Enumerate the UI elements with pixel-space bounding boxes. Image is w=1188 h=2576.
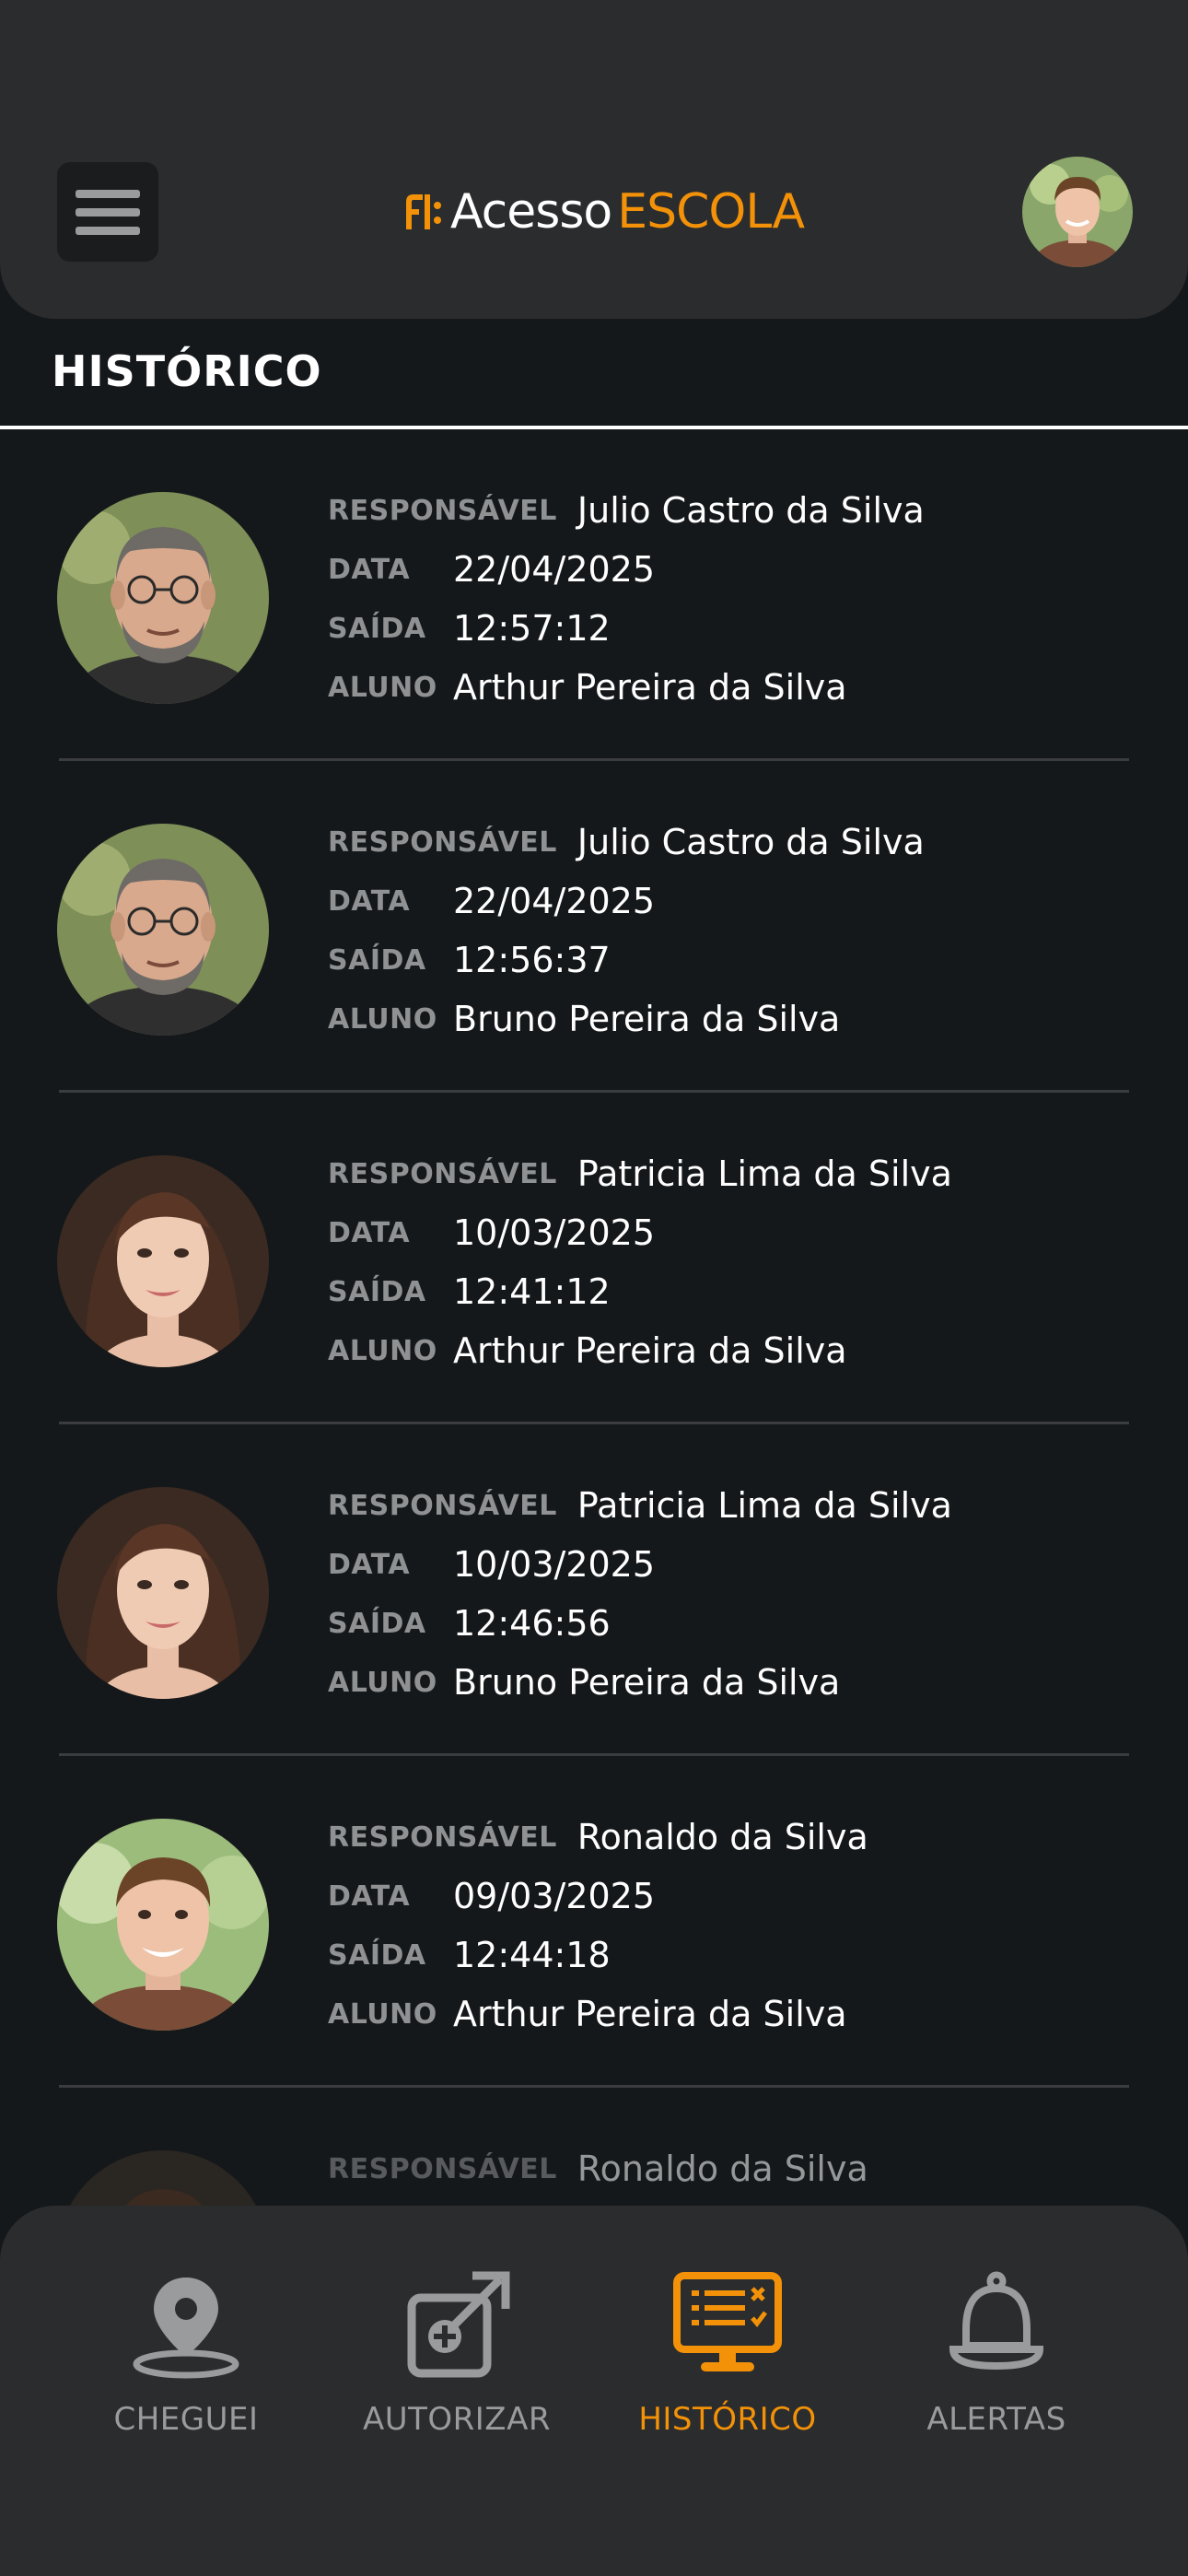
hamburger-icon-line xyxy=(76,227,140,235)
bell-icon xyxy=(949,2271,1044,2371)
history-details: RESPONSÁVEL Julio Castro da Silva DATA 22/… xyxy=(328,481,925,717)
brand-name-primary: Acesso xyxy=(450,184,612,240)
nav-label: AUTORIZAR xyxy=(362,2401,551,2438)
label-saida: SAÍDA xyxy=(328,612,426,645)
value-aluno: Bruno Pereira da Silva xyxy=(453,1662,841,1703)
label-responsavel: RESPONSÁVEL xyxy=(328,494,557,527)
value-saida: 12:56:37 xyxy=(453,940,611,980)
guardian-photo xyxy=(57,824,269,1036)
value-responsavel: Patricia Lima da Silva xyxy=(577,1153,952,1194)
value-data: 09/03/2025 xyxy=(453,1876,656,1916)
value-saida: 12:44:18 xyxy=(453,1935,611,1975)
value-data: 22/04/2025 xyxy=(453,881,656,921)
label-aluno: ALUNO xyxy=(328,1002,437,1036)
brand-name-accent: ESCOLA xyxy=(617,184,805,240)
history-item[interactable]: RESPONSÁVEL Julio Castro da Silva DATA 22/… xyxy=(0,761,1188,1093)
label-data: DATA xyxy=(328,1216,411,1249)
value-data: 10/03/2025 xyxy=(453,1544,656,1585)
history-list: RESPONSÁVEL Julio Castro da Silva DATA 22/… xyxy=(0,429,1188,2419)
nav-label: ALERTAS xyxy=(926,2401,1066,2438)
value-responsavel: Julio Castro da Silva xyxy=(577,490,925,531)
nav-label: HISTÓRICO xyxy=(638,2401,817,2438)
nav-cheguei[interactable]: CHEGUEI xyxy=(66,2265,306,2438)
value-responsavel: Ronaldo da Silva xyxy=(577,2149,868,2189)
label-data: DATA xyxy=(328,884,411,918)
value-aluno: Arthur Pereira da Silva xyxy=(453,667,847,708)
value-aluno: Arthur Pereira da Silva xyxy=(453,1994,847,2034)
history-details: RESPONSÁVEL Ronaldo da Silva DATA 09/03/20… xyxy=(328,1808,868,2043)
value-data: 22/04/2025 xyxy=(453,549,656,590)
logo-mark-icon xyxy=(406,194,441,229)
history-details: RESPONSÁVEL Patricia Lima da Silva DATA 10… xyxy=(328,1476,952,1712)
label-data: DATA xyxy=(328,1879,411,1913)
guardian-photo xyxy=(57,492,269,704)
history-item[interactable]: RESPONSÁVEL Ronaldo da Silva DATA 09/03/20… xyxy=(0,1756,1188,2088)
value-aluno: Arthur Pereira da Silva xyxy=(453,1330,847,1371)
label-saida: SAÍDA xyxy=(328,1938,426,1972)
page-title: HISTÓRICO xyxy=(52,346,322,396)
label-data: DATA xyxy=(328,1548,411,1581)
value-saida: 12:57:12 xyxy=(453,608,611,649)
value-responsavel: Julio Castro da Silva xyxy=(577,822,925,862)
label-responsavel: RESPONSÁVEL xyxy=(328,1821,557,1854)
value-responsavel: Ronaldo da Silva xyxy=(577,1817,868,1857)
label-aluno: ALUNO xyxy=(328,1997,437,2031)
brand-logo: Acesso ESCOLA xyxy=(402,184,805,240)
label-saida: SAÍDA xyxy=(328,943,426,977)
nav-alertas[interactable]: ALERTAS xyxy=(877,2265,1116,2438)
label-aluno: ALUNO xyxy=(328,1334,437,1367)
value-responsavel: Patricia Lima da Silva xyxy=(577,1485,952,1526)
value-aluno: Bruno Pereira da Silva xyxy=(453,999,841,1039)
value-data: 10/03/2025 xyxy=(453,1212,656,1253)
value-saida: 12:41:12 xyxy=(453,1271,611,1312)
label-responsavel: RESPONSÁVEL xyxy=(328,825,557,859)
menu-button[interactable] xyxy=(57,162,158,262)
history-details: RESPONSÁVEL Ronaldo da Silva xyxy=(328,2139,868,2198)
label-responsavel: RESPONSÁVEL xyxy=(328,2152,557,2185)
history-details: RESPONSÁVEL Patricia Lima da Silva DATA 10… xyxy=(328,1144,952,1380)
history-monitor-icon xyxy=(673,2272,782,2371)
nav-historico[interactable]: HISTÓRICO xyxy=(608,2265,847,2438)
authorize-arrow-icon xyxy=(407,2271,510,2378)
value-saida: 12:46:56 xyxy=(453,1603,611,1644)
label-aluno: ALUNO xyxy=(328,1666,437,1699)
history-item[interactable]: RESPONSÁVEL Julio Castro da Silva DATA 22/… xyxy=(0,429,1188,761)
label-saida: SAÍDA xyxy=(328,1275,426,1308)
location-pin-icon xyxy=(133,2277,239,2379)
history-item[interactable]: RESPONSÁVEL Patricia Lima da Silva DATA 10… xyxy=(0,1424,1188,1756)
app-header: Acesso ESCOLA xyxy=(0,0,1188,319)
hamburger-icon xyxy=(76,190,140,198)
label-responsavel: RESPONSÁVEL xyxy=(328,1489,557,1522)
label-responsavel: RESPONSÁVEL xyxy=(328,1157,557,1190)
label-saida: SAÍDA xyxy=(328,1607,426,1640)
label-data: DATA xyxy=(328,553,411,586)
guardian-photo xyxy=(57,1487,269,1699)
history-details: RESPONSÁVEL Julio Castro da Silva DATA 22/… xyxy=(328,813,925,1048)
label-aluno: ALUNO xyxy=(328,671,437,704)
history-item[interactable]: RESPONSÁVEL Patricia Lima da Silva DATA 10… xyxy=(0,1093,1188,1424)
nav-autorizar[interactable]: AUTORIZAR xyxy=(337,2265,577,2438)
guardian-photo xyxy=(57,1155,269,1367)
nav-label: CHEGUEI xyxy=(113,2401,259,2438)
hamburger-icon-line xyxy=(76,208,140,217)
user-avatar[interactable] xyxy=(1022,157,1133,267)
guardian-photo xyxy=(57,1819,269,2031)
bottom-navigation: CHEGUEI AUTORIZAR HISTÓRICO ALERTAS xyxy=(0,2206,1188,2576)
